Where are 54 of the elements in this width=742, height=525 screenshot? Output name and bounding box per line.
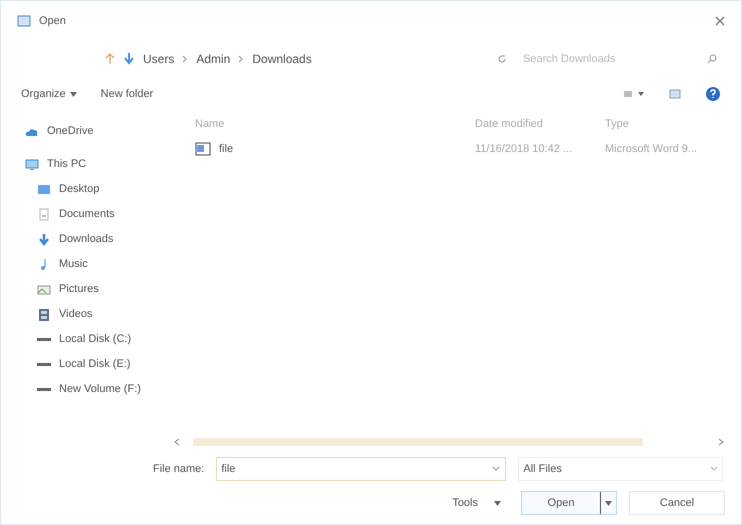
desktop-icon xyxy=(37,182,51,196)
help-icon[interactable] xyxy=(705,86,721,102)
breadcrumb-item[interactable]: Downloads xyxy=(252,50,312,68)
sidebar-item[interactable]: This PC xyxy=(47,156,86,173)
caret-icon xyxy=(494,500,501,506)
dropdown-caret-icon[interactable] xyxy=(492,466,500,472)
caret-icon xyxy=(70,92,77,96)
drive-icon xyxy=(37,363,51,366)
cancel-button[interactable]: Cancel xyxy=(629,491,725,515)
dropdown-caret-icon xyxy=(710,466,718,472)
sidebar-item[interactable]: Documents xyxy=(59,206,115,223)
breadcrumb-item[interactable]: Users xyxy=(143,50,174,68)
caret-icon xyxy=(605,500,612,506)
sidebar-item[interactable]: OneDrive xyxy=(47,123,94,140)
sidebar-item[interactable]: Local Disk (C:) xyxy=(59,331,132,348)
file-type-dropdown[interactable]: All Files xyxy=(518,457,724,481)
sidebar-item[interactable]: Pictures xyxy=(59,281,99,298)
chevron-icon xyxy=(238,55,244,63)
sidebar-item[interactable]: Desktop xyxy=(59,181,100,198)
sidebar-item[interactable]: Downloads xyxy=(59,231,114,248)
close-icon[interactable] xyxy=(715,16,725,26)
sidebar-item[interactable]: New Volume (F:) xyxy=(59,381,141,398)
document-icon xyxy=(37,208,51,222)
search-icon xyxy=(707,54,717,64)
open-button[interactable]: Open xyxy=(521,491,617,515)
breadcrumb-item[interactable]: Admin xyxy=(196,50,230,68)
date-modified: 11/16/2018 10:42 ... xyxy=(475,142,572,157)
sidebar-item[interactable]: Local Disk (E:) xyxy=(59,356,131,373)
search-field[interactable]: Search Downloads xyxy=(523,50,693,68)
drive-icon xyxy=(37,338,51,341)
download-arrow-icon xyxy=(37,232,51,246)
document-icon xyxy=(17,14,31,28)
refresh-icon[interactable] xyxy=(497,54,507,64)
word-document-icon xyxy=(195,142,211,156)
tools-button[interactable]: Tools xyxy=(444,492,509,514)
drive-icon xyxy=(37,388,51,391)
scrollbar[interactable] xyxy=(193,438,643,446)
preview-pane-icon[interactable] xyxy=(669,89,681,99)
view-icon[interactable] xyxy=(623,89,645,99)
new-folder-button[interactable]: New folder xyxy=(100,86,154,102)
up-arrow-icon[interactable] xyxy=(105,53,115,65)
download-arrow-icon xyxy=(123,52,135,66)
file-name-field[interactable]: file xyxy=(216,457,506,481)
film-icon xyxy=(37,308,51,322)
picture-icon xyxy=(37,282,51,296)
file-name-label: File name: xyxy=(153,462,204,477)
organize-button[interactable]: Organize xyxy=(21,86,77,102)
chevron-icon xyxy=(182,55,188,63)
file-type: Microsoft Word 9... xyxy=(605,142,698,157)
file-name[interactable]: file xyxy=(219,140,234,158)
computer-icon xyxy=(25,158,39,172)
window-title: Open xyxy=(39,14,66,29)
sidebar-item[interactable]: Music xyxy=(59,256,88,273)
sidebar-item[interactable]: Videos xyxy=(59,306,92,323)
